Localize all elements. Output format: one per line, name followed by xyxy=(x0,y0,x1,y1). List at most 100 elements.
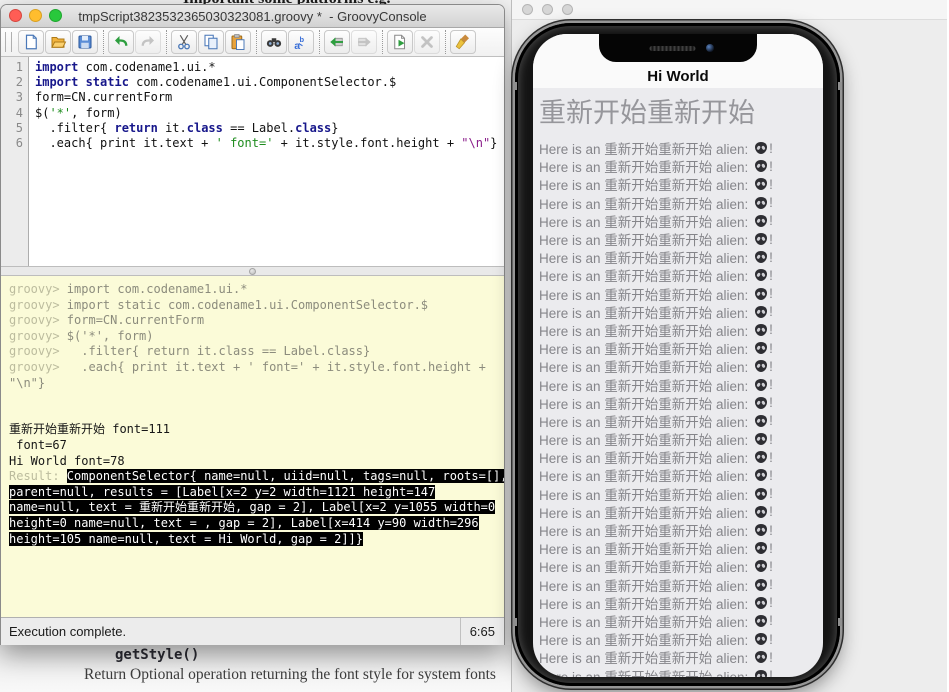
list-item: Here is an 重新开始重新开始 alien: ! xyxy=(539,466,823,484)
interrupt-icon xyxy=(418,33,436,51)
splitter-grip-icon[interactable] xyxy=(249,268,256,275)
output-line: groovy> $('*', form) xyxy=(9,329,504,345)
paste-button[interactable] xyxy=(225,30,251,54)
output-line: 重新开始重新开始 font=111 xyxy=(9,422,504,438)
history-next-icon xyxy=(355,33,373,51)
pane-splitter[interactable] xyxy=(1,266,504,276)
list-item: Here is an 重新开始重新开始 alien: ! xyxy=(539,557,823,575)
line-number: 2 xyxy=(1,75,23,90)
output-line: "\n"} xyxy=(9,376,504,392)
new-file-button[interactable] xyxy=(18,30,44,54)
undo-button[interactable] xyxy=(108,30,134,54)
copy-button[interactable] xyxy=(198,30,224,54)
code-area[interactable]: import com.codename1.ui.*import static c… xyxy=(29,57,504,266)
list-item: Here is an 重新开始重新开始 alien: ! xyxy=(539,503,823,521)
alien-emoji xyxy=(754,250,768,264)
zoom-button[interactable] xyxy=(49,9,62,22)
clear-output-button[interactable] xyxy=(450,30,476,54)
history-prev-button[interactable] xyxy=(324,30,350,54)
alien-emoji xyxy=(754,232,768,246)
phone-screen[interactable]: Hi World 重新开始重新开始 Here is an 重新开始重新开始 al… xyxy=(533,34,823,677)
alien-emoji xyxy=(754,414,768,428)
toolbar-drag-handle[interactable] xyxy=(5,32,12,52)
zoom-button[interactable] xyxy=(562,4,573,15)
toolbar-separator xyxy=(445,30,446,54)
list-item: Here is an 重新开始重新开始 alien: ! xyxy=(539,248,823,266)
save-file-button[interactable] xyxy=(72,30,98,54)
list-item: Here is an 重新开始重新开始 alien: ! xyxy=(539,266,823,284)
window-titlebar[interactable]: tmpScript3823532365030323081.groovy * - … xyxy=(1,5,504,28)
list-item: Here is an 重新开始重新开始 alien: ! xyxy=(539,594,823,612)
list-item: Here is an 重新开始重新开始 alien: ! xyxy=(539,285,823,303)
list-item: Here is an 重新开始重新开始 alien: ! xyxy=(539,485,823,503)
toolbar-separator xyxy=(166,30,167,54)
alien-emoji xyxy=(754,159,768,173)
output-line: groovy> import com.codename1.ui.* xyxy=(9,282,504,298)
list-item: Here is an 重新开始重新开始 alien: ! xyxy=(539,194,823,212)
list-item: Here is an 重新开始重新开始 alien: ! xyxy=(539,339,823,357)
code-line[interactable]: import static com.codename1.ui.Component… xyxy=(35,75,504,90)
line-number: 4 xyxy=(1,106,23,121)
open-file-icon xyxy=(49,33,67,51)
find-replace-button[interactable]: ba xyxy=(288,30,314,54)
cut-button[interactable] xyxy=(171,30,197,54)
run-script-button[interactable] xyxy=(387,30,413,54)
code-line[interactable]: import com.codename1.ui.* xyxy=(35,60,504,75)
status-bar: Execution complete. 6:65 xyxy=(1,617,504,645)
line-number: 1 xyxy=(1,60,23,75)
list-item: Here is an 重新开始重新开始 alien: ! xyxy=(539,576,823,594)
list-item: Here is an 重新开始重新开始 alien: ! xyxy=(539,375,823,393)
output-line: Result: ComponentSelector{ name=null, ui… xyxy=(9,469,504,485)
simulator-window: Hi World 重新开始重新开始 Here is an 重新开始重新开始 al… xyxy=(511,0,949,692)
code-line[interactable]: .filter{ return it.class == Label.class} xyxy=(35,121,504,136)
alien-emoji xyxy=(754,614,768,628)
alien-emoji xyxy=(754,305,768,319)
svg-text:b: b xyxy=(300,35,305,44)
run-script-icon xyxy=(391,33,409,51)
alien-emoji xyxy=(754,596,768,610)
alien-emoji xyxy=(754,196,768,210)
alien-emoji xyxy=(754,141,768,155)
line-number: 3 xyxy=(1,90,23,105)
list-item: Here is an 重新开始重新开始 alien: ! xyxy=(539,448,823,466)
background-doc-page: getStyle() Return Optional operation ret… xyxy=(0,645,511,692)
output-line: groovy> .filter{ return it.class == Labe… xyxy=(9,344,504,360)
list-item: Here is an 重新开始重新开始 alien: ! xyxy=(539,230,823,248)
output-console[interactable]: groovy> import com.codename1.ui.* groovy>… xyxy=(1,276,504,617)
code-line[interactable]: .each{ print it.text + ' font=' + it.sty… xyxy=(35,136,504,151)
simulator-titlebar[interactable] xyxy=(512,0,947,20)
list-item: Here is an 重新开始重新开始 alien: ! xyxy=(539,157,823,175)
window-title: tmpScript3823532365030323081.groovy * - … xyxy=(78,9,426,24)
code-editor[interactable]: 123456 import com.codename1.ui.*import s… xyxy=(1,57,504,266)
alien-emoji xyxy=(754,541,768,555)
minimize-button[interactable] xyxy=(542,4,553,15)
list-item: Here is an 重新开始重新开始 alien: ! xyxy=(539,412,823,430)
list-item: Here is an 重新开始重新开始 alien: ! xyxy=(539,430,823,448)
toolbar-separator xyxy=(319,30,320,54)
output-line: height=105 name=null, text = Hi World, g… xyxy=(9,532,504,548)
groovy-console-window: tmpScript3823532365030323081.groovy * - … xyxy=(0,4,505,645)
line-number: 6 xyxy=(1,136,23,151)
close-button[interactable] xyxy=(9,9,22,22)
alien-emoji xyxy=(754,268,768,282)
list-item: Here is an 重新开始重新开始 alien: ! xyxy=(539,612,823,630)
alien-emoji xyxy=(754,214,768,228)
open-file-button[interactable] xyxy=(45,30,71,54)
alien-emoji xyxy=(754,359,768,373)
redo-button xyxy=(135,30,161,54)
find-button[interactable] xyxy=(261,30,287,54)
output-line xyxy=(9,391,504,407)
code-line[interactable]: form=CN.currentForm xyxy=(35,90,504,105)
save-file-icon xyxy=(76,33,94,51)
close-button[interactable] xyxy=(522,4,533,15)
alien-emoji xyxy=(754,487,768,501)
doc-method-description: Return Optional operation returning the … xyxy=(84,666,496,684)
alien-emoji xyxy=(754,341,768,355)
code-line[interactable]: $('*', form) xyxy=(35,106,504,121)
alien-emoji xyxy=(754,378,768,392)
list-item: Here is an 重新开始重新开始 alien: ! xyxy=(539,539,823,557)
app-title: Hi World xyxy=(647,68,708,85)
traffic-lights xyxy=(9,9,62,22)
minimize-button[interactable] xyxy=(29,9,42,22)
output-line: groovy> .each{ print it.text + ' font=' … xyxy=(9,360,504,376)
